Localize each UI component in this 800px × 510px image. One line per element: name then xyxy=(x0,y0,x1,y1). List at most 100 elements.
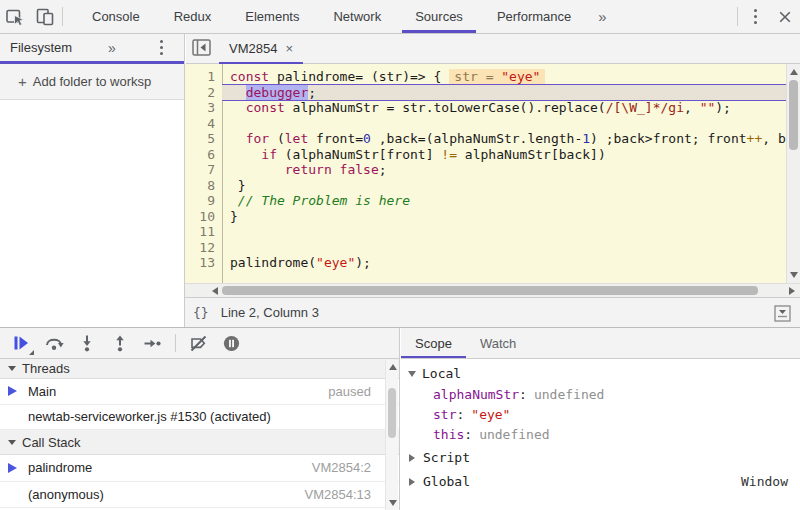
code-line[interactable]: 3 const alphaNumStr = str.toLowerCase().… xyxy=(185,100,786,116)
tab-performance[interactable]: Performance xyxy=(480,0,588,33)
list-item[interactable]: (anonymous)VM2854:13 xyxy=(0,482,399,509)
list-item[interactable]: newtab-serviceworker.js #1530 (activated… xyxy=(0,405,399,431)
threads-section-header[interactable]: Threads xyxy=(0,359,399,379)
debugger-pane: Threads Mainpausednewtab-serviceworker.j… xyxy=(0,328,400,510)
step-out-button[interactable] xyxy=(103,330,136,356)
code-line[interactable]: 10} xyxy=(185,209,786,225)
devtools-menu-icon[interactable] xyxy=(740,0,770,33)
hide-navigator-icon[interactable] xyxy=(192,39,211,59)
code-line[interactable]: 2 debugger; xyxy=(185,85,786,101)
scope-section-global[interactable]: GlobalWindow xyxy=(401,471,800,492)
line-number[interactable]: 13 xyxy=(185,255,222,271)
line-number[interactable]: 4 xyxy=(185,116,222,132)
more-tabs-button[interactable]: » xyxy=(588,0,616,33)
line-number[interactable]: 7 xyxy=(185,162,222,178)
tab-scope[interactable]: Scope xyxy=(401,328,466,358)
code-text[interactable] xyxy=(222,224,786,240)
line-number[interactable]: 11 xyxy=(185,224,222,240)
inspect-element-icon[interactable] xyxy=(0,0,30,33)
navigator-tabbar: Filesystem » xyxy=(0,34,184,64)
code-line[interactable]: 13palindrome("eye"); xyxy=(185,255,786,271)
code-text[interactable]: debugger; xyxy=(222,85,786,101)
navigator-menu-icon[interactable] xyxy=(160,40,163,54)
editor-vertical-scrollbar[interactable] xyxy=(786,64,800,283)
line-number[interactable]: 1 xyxy=(185,69,222,85)
code-text[interactable]: palindrome("eye"); xyxy=(222,255,786,271)
code-lines[interactable]: 1const palindrome= (str)=> {str = "eye"2… xyxy=(185,64,786,283)
collapse-triangle-icon xyxy=(8,366,16,371)
code-text[interactable]: const palindrome= (str)=> {str = "eye" xyxy=(222,69,786,85)
expand-triangle-icon[interactable] xyxy=(409,478,415,486)
plus-icon: + xyxy=(18,73,27,90)
step-button[interactable] xyxy=(136,330,169,356)
file-tab-vm2854[interactable]: VM2854 × xyxy=(219,34,303,64)
close-tab-icon[interactable]: × xyxy=(285,41,293,56)
code-line[interactable]: 6 if (alphaNumStr[front] != alphaNumStr[… xyxy=(185,147,786,163)
code-text[interactable] xyxy=(222,116,786,132)
tab-network[interactable]: Network xyxy=(316,0,398,33)
code-text[interactable]: if (alphaNumStr[front] != alphaNumStr[ba… xyxy=(222,147,786,163)
line-number[interactable]: 9 xyxy=(185,193,222,209)
code-line[interactable]: 7 return false; xyxy=(185,162,786,178)
collapse-triangle-icon[interactable] xyxy=(408,371,416,377)
resume-button[interactable] xyxy=(4,330,37,356)
add-folder-button[interactable]: + Add folder to worksp xyxy=(0,64,184,100)
code-text[interactable]: } xyxy=(222,209,786,225)
step-over-button[interactable] xyxy=(37,330,70,356)
code-line[interactable]: 9 // The Problem is here xyxy=(185,193,786,209)
tab-elements[interactable]: Elements xyxy=(228,0,316,33)
expand-triangle-icon[interactable] xyxy=(409,454,415,462)
callstack-section-header[interactable]: Call Stack xyxy=(0,430,399,455)
pause-on-exceptions-button[interactable] xyxy=(215,330,248,356)
code-line[interactable]: 11 xyxy=(185,224,786,240)
editor-horizontal-scrollbar[interactable] xyxy=(185,283,800,297)
code-text[interactable]: for (let front=0 ,back=(alphaNumStr.leng… xyxy=(222,131,786,147)
line-number[interactable]: 6 xyxy=(185,147,222,163)
scope-variable[interactable]: this:undefined xyxy=(401,424,800,444)
deactivate-breakpoints-button[interactable] xyxy=(182,330,215,356)
code-line[interactable]: 12 xyxy=(185,240,786,256)
code-line[interactable]: 4 xyxy=(185,116,786,132)
line-number[interactable]: 12 xyxy=(185,240,222,256)
editor-tabbar: VM2854 × xyxy=(186,34,800,64)
inline-value-hint: str = "eye" xyxy=(449,69,545,84)
cursor-position: Line 2, Column 3 xyxy=(221,305,319,320)
tab-redux[interactable]: Redux xyxy=(157,0,229,33)
code-line[interactable]: 5 for (let front=0 ,back=(alphaNumStr.le… xyxy=(185,131,786,147)
code-line[interactable]: 1const palindrome= (str)=> {str = "eye" xyxy=(185,69,786,85)
device-toolbar-icon[interactable] xyxy=(30,0,60,33)
scope-section-value: Window xyxy=(741,474,788,489)
code-text[interactable] xyxy=(222,240,786,256)
list-item[interactable]: Mainpaused xyxy=(0,379,399,405)
more-navigator-tabs-icon[interactable]: » xyxy=(108,40,116,56)
line-number[interactable]: 3 xyxy=(185,100,222,116)
navigator-panel: Filesystem » + Add folder to worksp xyxy=(0,34,185,327)
tab-watch[interactable]: Watch xyxy=(466,328,530,358)
panel-tabs: ConsoleReduxElementsNetworkSourcesPerfor… xyxy=(75,0,588,33)
code-text[interactable]: const alphaNumStr = str.toLowerCase().re… xyxy=(222,100,786,116)
line-number[interactable]: 5 xyxy=(185,131,222,147)
line-number[interactable]: 10 xyxy=(185,209,222,225)
line-number[interactable]: 8 xyxy=(185,178,222,194)
tab-sources[interactable]: Sources xyxy=(398,0,480,33)
scope-variable[interactable]: str:"eye" xyxy=(401,404,800,424)
line-number[interactable]: 2 xyxy=(185,85,222,101)
code-text[interactable]: // The Problem is here xyxy=(222,193,786,209)
list-item[interactable]: palindromeVM2854:2 xyxy=(0,455,399,482)
step-into-button[interactable] xyxy=(70,330,103,356)
scope-section-script[interactable]: Script xyxy=(401,447,800,468)
code-text[interactable]: return false; xyxy=(222,162,786,178)
collapse-triangle-icon xyxy=(8,440,16,445)
source-editor[interactable]: 1const palindrome= (str)=> {str = "eye"2… xyxy=(185,64,800,297)
close-devtools-icon[interactable] xyxy=(770,0,800,33)
scope-variable[interactable]: alphaNumStr:undefined xyxy=(401,384,800,404)
tab-filesystem[interactable]: Filesystem xyxy=(0,40,72,55)
pretty-print-icon[interactable]: {} xyxy=(193,305,209,320)
scope-section-local[interactable]: Local xyxy=(401,363,800,384)
expand-drawer-icon[interactable] xyxy=(774,305,791,325)
tab-console[interactable]: Console xyxy=(75,0,157,33)
code-text[interactable]: } xyxy=(222,178,786,194)
code-line[interactable]: 8 } xyxy=(185,178,786,194)
debugger-scrollbar[interactable] xyxy=(385,360,398,510)
current-marker-icon xyxy=(8,463,17,473)
